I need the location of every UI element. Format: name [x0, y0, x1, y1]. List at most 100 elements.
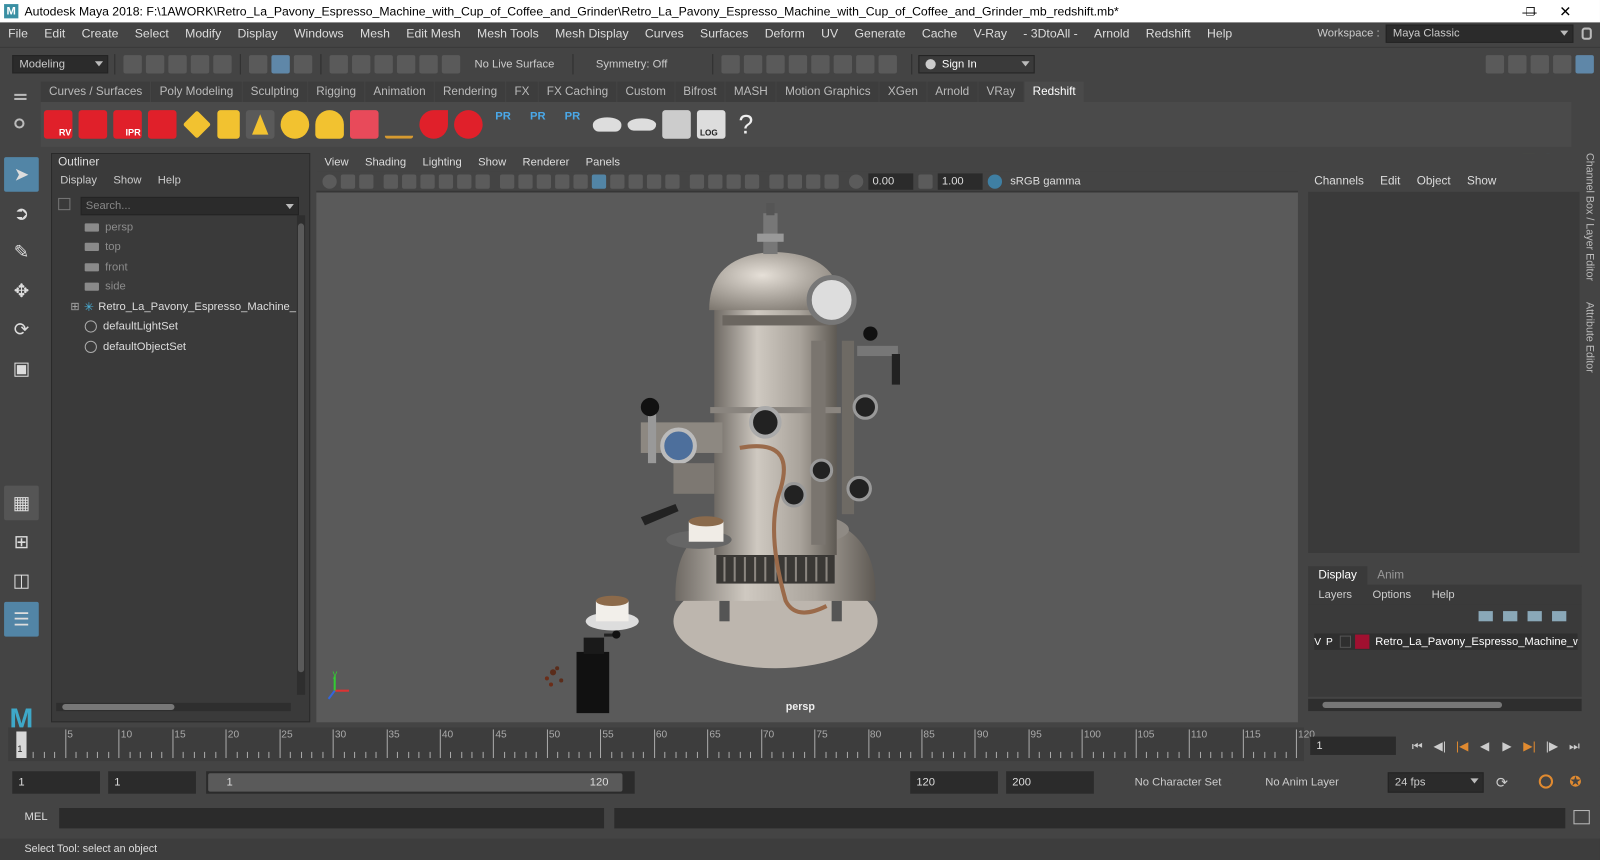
menu-item[interactable]: File: [0, 27, 36, 41]
loop-icon[interactable]: ⟳: [1496, 774, 1508, 791]
grid-icon[interactable]: [499, 173, 515, 189]
channel-box-menu-item[interactable]: Show: [1459, 175, 1505, 187]
outliner-menu-item[interactable]: Display: [52, 174, 105, 186]
move-layer-up-icon[interactable]: [1478, 611, 1493, 622]
xray-active-components-icon[interactable]: [806, 173, 821, 189]
fps-dropdown[interactable]: 24 fps: [1387, 772, 1484, 793]
menu-item[interactable]: Help: [1199, 27, 1241, 41]
menu-item[interactable]: Generate: [846, 27, 913, 41]
outliner-menu-item[interactable]: Show: [105, 174, 149, 186]
outliner-layout-icon[interactable]: ☰: [4, 601, 39, 637]
snap-pivot-icon[interactable]: [441, 54, 461, 73]
auto-key-toggle-icon[interactable]: [1538, 774, 1554, 789]
step-forward-key-icon[interactable]: ▶|: [1522, 739, 1536, 753]
menu-item[interactable]: Windows: [286, 27, 352, 41]
command-input[interactable]: [59, 807, 605, 829]
script-editor-button-icon[interactable]: [1573, 810, 1590, 825]
depth-of-field-icon[interactable]: [744, 173, 760, 189]
symmetry-dropdown[interactable]: Symmetry: Off: [589, 54, 682, 73]
new-scene-icon[interactable]: [123, 54, 142, 73]
outliner-search-input[interactable]: Search...: [80, 196, 299, 216]
sign-in-dropdown[interactable]: Sign In: [918, 54, 1035, 73]
attribute-editor-icon[interactable]: [1508, 54, 1527, 73]
step-forward-frame-icon[interactable]: |▶: [1545, 739, 1559, 753]
menu-item[interactable]: Edit Mesh: [398, 27, 469, 41]
viewport-menu-item[interactable]: Show: [470, 156, 514, 168]
camera-select-icon[interactable]: [322, 173, 337, 189]
outliner-item[interactable]: front: [52, 257, 309, 277]
menu-item[interactable]: Display: [229, 27, 285, 41]
playback-end-field[interactable]: 120: [910, 771, 998, 794]
log-icon[interactable]: LOG: [696, 110, 726, 139]
shelf-settings-gear-icon[interactable]: [14, 118, 25, 129]
use-all-lights-icon[interactable]: [646, 173, 662, 189]
menu-item[interactable]: Surfaces: [692, 27, 757, 41]
safe-title-icon[interactable]: [536, 173, 552, 189]
proxy-convert-icon[interactable]: PR: [558, 110, 587, 139]
animation-start-field[interactable]: 1: [12, 771, 100, 794]
resolution-gate-icon[interactable]: [457, 173, 472, 189]
move-tool-icon[interactable]: ✥: [4, 273, 39, 308]
current-time-marker[interactable]: 1: [16, 731, 27, 759]
channel-box-icon[interactable]: [1553, 54, 1572, 73]
shelf-tab[interactable]: XGen: [879, 81, 927, 103]
close-button[interactable]: ✕: [1553, 0, 1577, 22]
shelf-tab[interactable]: FX Caching: [538, 81, 617, 103]
exposure-icon[interactable]: [848, 173, 864, 189]
render-view-icon[interactable]: [721, 54, 740, 73]
maximize-button[interactable]: ❐: [1520, 0, 1540, 22]
layer-visibility-toggle[interactable]: V: [1314, 636, 1326, 647]
viewport-menu-item[interactable]: Renderer: [514, 156, 577, 168]
snap-curve-icon[interactable]: [352, 54, 371, 73]
select-component-icon[interactable]: [293, 54, 313, 73]
layer-display-type[interactable]: [1339, 635, 1352, 648]
outliner-item[interactable]: top: [52, 237, 309, 257]
menu-item[interactable]: Create: [74, 27, 127, 41]
render-setup-icon[interactable]: [833, 54, 853, 73]
layer-menu-item[interactable]: Options: [1362, 589, 1421, 601]
menu-item[interactable]: Mesh Display: [547, 27, 637, 41]
shelf-tab[interactable]: Curves / Surfaces: [40, 81, 151, 103]
proxy-export-icon[interactable]: PR: [489, 110, 518, 139]
filter-icon[interactable]: [58, 197, 71, 211]
portal-light-icon[interactable]: [217, 110, 240, 139]
step-back-frame-icon[interactable]: ◀|: [1433, 739, 1447, 753]
single-perspective-layout-icon[interactable]: ▦: [4, 485, 39, 521]
motion-blur-icon[interactable]: [708, 173, 723, 189]
shelf-tab[interactable]: MASH: [725, 81, 776, 103]
shelf-tab[interactable]: Rigging: [308, 81, 365, 103]
menu-item[interactable]: Select: [127, 27, 177, 41]
render-frame-icon[interactable]: [743, 54, 763, 73]
current-frame-field[interactable]: 1: [1310, 736, 1396, 755]
xray-joints-icon[interactable]: [824, 173, 839, 189]
sun-sky-icon[interactable]: [315, 110, 344, 139]
menu-item[interactable]: Deform: [757, 27, 813, 41]
menu-set-dropdown[interactable]: Modeling: [12, 54, 109, 73]
shelf-tab[interactable]: Redshift: [1024, 81, 1084, 103]
gamma-icon[interactable]: [918, 173, 933, 189]
script-editor-icon[interactable]: [662, 110, 691, 139]
spot-light-icon[interactable]: [245, 110, 275, 139]
physical-sun-icon[interactable]: [349, 110, 379, 139]
play-backwards-icon[interactable]: ◀: [1478, 739, 1492, 753]
animation-prefs-icon[interactable]: ✪: [1569, 773, 1581, 790]
outliner-vertical-scrollbar[interactable]: [296, 215, 306, 695]
ies-light-icon[interactable]: [384, 110, 414, 139]
command-language-label[interactable]: MEL: [24, 811, 47, 823]
shelf-tab[interactable]: Custom: [617, 81, 675, 103]
smooth-shade-icon[interactable]: [591, 173, 607, 189]
menu-item[interactable]: Redshift: [1138, 27, 1199, 41]
shelf-tab[interactable]: Bifrost: [675, 81, 725, 103]
layer-name[interactable]: Retro_La_Pavony_Espresso_Machine_wit: [1375, 636, 1577, 648]
wireframe-icon[interactable]: [573, 173, 588, 189]
gamma-field[interactable]: 1.00: [937, 172, 983, 190]
play-forwards-icon[interactable]: ▶: [1500, 739, 1514, 753]
new-empty-layer-icon[interactable]: [1527, 611, 1542, 622]
anti-aliasing-icon[interactable]: [726, 173, 741, 189]
layer-editor-tab[interactable]: Display: [1308, 566, 1368, 585]
select-object-icon[interactable]: [271, 54, 290, 73]
outliner-item[interactable]: persp: [52, 217, 309, 237]
menu-item[interactable]: Mesh: [352, 27, 398, 41]
open-scene-icon[interactable]: [145, 54, 165, 73]
safe-action-icon[interactable]: [518, 173, 533, 189]
